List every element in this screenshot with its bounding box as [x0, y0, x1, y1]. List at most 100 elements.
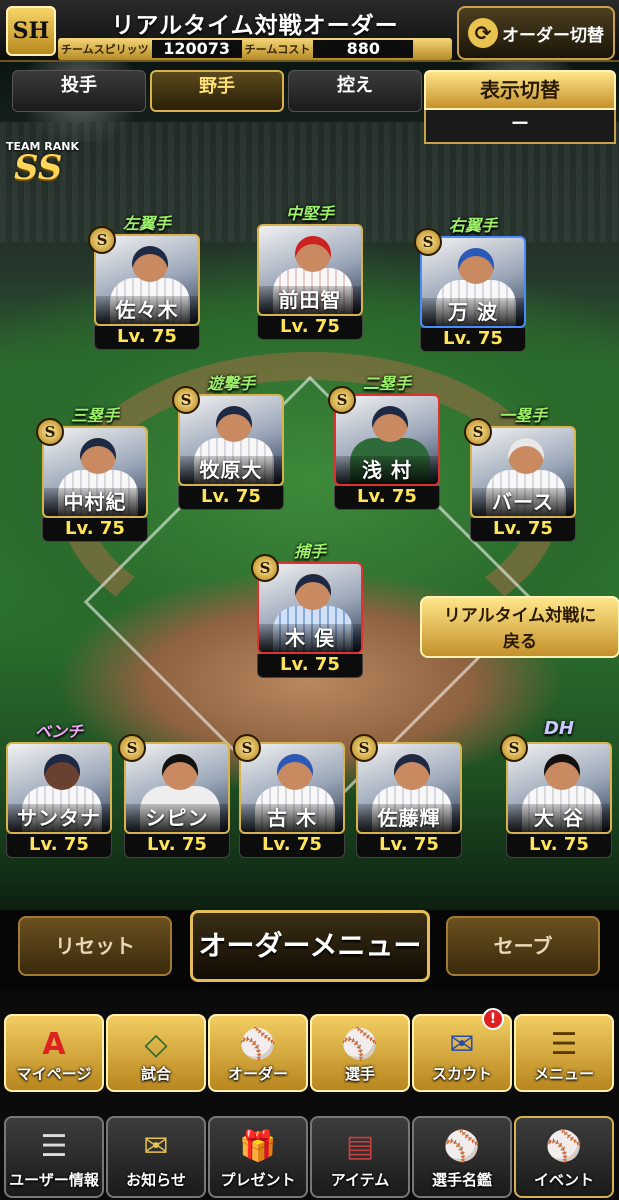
player-head [394, 754, 430, 790]
nav-news[interactable]: ✉ お知らせ [106, 1116, 206, 1198]
player-head [277, 754, 313, 790]
player-name: 佐藤輝 [358, 804, 460, 832]
field-area: 投手 野手 控え 表示切替 ー TEAM RANK SS 左翼手 S 佐々木 L… [0, 62, 619, 910]
player-name: 浅 村 [336, 456, 438, 484]
batter-icon: ⚾ [341, 1026, 379, 1062]
nav-label: マイページ [16, 1065, 92, 1083]
player-level: Lv. 75 [6, 834, 112, 858]
player-name: 木 俣 [259, 624, 361, 652]
bench-label: ベンチ [34, 722, 83, 741]
display-switch-button[interactable]: 表示切替 [424, 70, 616, 110]
nav-label: お知らせ [126, 1171, 186, 1189]
screen-title: リアルタイム対戦オーダー [111, 13, 399, 39]
bench-player-card[interactable]: ベンチ サンタナ Lv. 75 [6, 722, 112, 858]
nav-label: プレゼント [220, 1171, 296, 1189]
player-head [132, 246, 168, 282]
rarity-badge-icon: S [172, 386, 200, 414]
rarity-badge-icon: S [328, 386, 356, 414]
nav-label: 選手 [344, 1065, 375, 1083]
player-card-center-field[interactable]: 中堅手 前田智 Lv. 75 [257, 204, 363, 340]
nav-label: アイテム [330, 1171, 390, 1189]
player-card-second-base[interactable]: 二塁手 S 浅 村 Lv. 75 [328, 374, 440, 510]
team-spirits-label: チームスピリッツ [61, 43, 149, 56]
player-name: 万 波 [422, 298, 524, 326]
bench-player-card[interactable]: S シピン Lv. 75 [118, 734, 230, 858]
item-book-icon: ▤ [345, 1128, 375, 1164]
nav-item-list[interactable]: ▤ アイテム [310, 1116, 410, 1198]
team-rank-value: SS [14, 148, 63, 188]
player-name: 牧原大 [180, 456, 282, 484]
player-level: Lv. 75 [124, 834, 230, 858]
player-level: Lv. 75 [257, 316, 363, 340]
player-level: Lv. 75 [470, 518, 576, 542]
player-level: Lv. 75 [420, 328, 526, 352]
tab-fielder[interactable]: 野手 [150, 70, 284, 112]
player-level: Lv. 75 [239, 834, 345, 858]
player-name: 古 木 [241, 804, 343, 832]
baseball-bat-icon: ⚾ [545, 1128, 583, 1164]
player-head [80, 438, 116, 474]
bench-player-card[interactable]: S 佐藤輝 Lv. 75 [350, 734, 462, 858]
player-head [508, 438, 544, 474]
order-menu-button[interactable]: オーダーメニュー [190, 910, 430, 982]
rarity-badge-icon: S [500, 734, 528, 762]
player-name: 佐々木 [96, 296, 198, 324]
player-level: Lv. 75 [334, 486, 440, 510]
player-directory-icon: ⚾ [443, 1128, 481, 1164]
player-name: バース [472, 488, 574, 516]
team-stats: チームスピリッツ 120073 チームコスト 880 [58, 38, 452, 60]
player-portrait: 前田智 [257, 224, 363, 316]
rarity-badge-icon: S [414, 228, 442, 256]
menu-mascot-icon: ☰ [550, 1026, 578, 1062]
nav-label: スカウト [431, 1065, 492, 1083]
player-card-third-base[interactable]: 三塁手 S 中村紀 Lv. 75 [36, 406, 148, 542]
display-switch-value: ー [424, 110, 616, 144]
return-to-realtime-battle-button[interactable]: リアルタイム対戦に 戻る [420, 596, 619, 658]
notice-icon: ✉ [143, 1128, 169, 1164]
sub-nav: ☰ ユーザー情報 ✉ お知らせ 🎁 プレゼント ▤ アイテム ⚾ 選手名鑑 ⚾ … [0, 1108, 619, 1200]
a-logo-icon: A [42, 1026, 66, 1062]
nav-mypage[interactable]: A マイページ [4, 1014, 104, 1092]
main-nav: A マイページ ◇ 試合 ⚾ オーダー ⚾ 選手 ✉ スカウト ! ☰ メニュー [0, 1000, 619, 1104]
player-card-catcher[interactable]: 捕手 S 木 俣 Lv. 75 [251, 542, 363, 678]
nav-label: 選手名鑑 [431, 1171, 492, 1189]
nav-menu[interactable]: ☰ メニュー [514, 1014, 614, 1092]
rarity-badge-icon: S [36, 418, 64, 446]
scout-card-icon: ✉ [449, 1026, 475, 1062]
order-switch-button[interactable]: ⟳ オーダー切替 [457, 6, 615, 60]
nav-order[interactable]: ⚾ オーダー [208, 1014, 308, 1092]
player-level: Lv. 75 [356, 834, 462, 858]
nav-event[interactable]: ⚾ イベント [514, 1116, 614, 1198]
team-logo-text: SH [12, 18, 50, 44]
nav-match[interactable]: ◇ 試合 [106, 1014, 206, 1092]
dh-player-card[interactable]: DH S 大 谷 Lv. 75 [500, 718, 612, 858]
user-card-icon: ☰ [40, 1128, 68, 1164]
nav-user-info[interactable]: ☰ ユーザー情報 [4, 1116, 104, 1198]
player-card-shortstop[interactable]: 遊撃手 S 牧原大 Lv. 75 [172, 374, 284, 510]
order-switch-label: オーダー切替 [502, 25, 604, 46]
alert-badge-icon: ! [482, 1008, 504, 1030]
rarity-badge-icon: S [464, 418, 492, 446]
nav-players[interactable]: ⚾ 選手 [310, 1014, 410, 1092]
player-level: Lv. 75 [94, 326, 200, 350]
bench-player-card[interactable]: S 古 木 Lv. 75 [233, 734, 345, 858]
tab-reserve[interactable]: 控え [288, 70, 422, 112]
rarity-badge-icon: S [118, 734, 146, 762]
tab-pitcher[interactable]: 投手 [12, 70, 146, 112]
player-head [458, 248, 494, 284]
player-card-first-base[interactable]: 一塁手 S バース Lv. 75 [464, 406, 576, 542]
player-portrait: サンタナ [6, 742, 112, 834]
gift-icon: 🎁 [239, 1128, 277, 1164]
return-button-line2: 戻る [503, 632, 537, 652]
nav-scout[interactable]: ✉ スカウト ! [412, 1008, 512, 1092]
reset-button[interactable]: リセット [18, 916, 172, 976]
nav-label: メニュー [533, 1065, 594, 1083]
player-card-left-field[interactable]: 左翼手 S 佐々木 Lv. 75 [88, 214, 200, 350]
player-head [295, 236, 331, 272]
save-button[interactable]: セーブ [446, 916, 600, 976]
nav-present[interactable]: 🎁 プレゼント [208, 1116, 308, 1198]
nav-player-directory[interactable]: ⚾ 選手名鑑 [412, 1116, 512, 1198]
player-head [295, 574, 331, 610]
team-cost-label: チームコスト [244, 43, 311, 56]
player-card-right-field[interactable]: 右翼手 S 万 波 Lv. 75 [414, 216, 526, 352]
